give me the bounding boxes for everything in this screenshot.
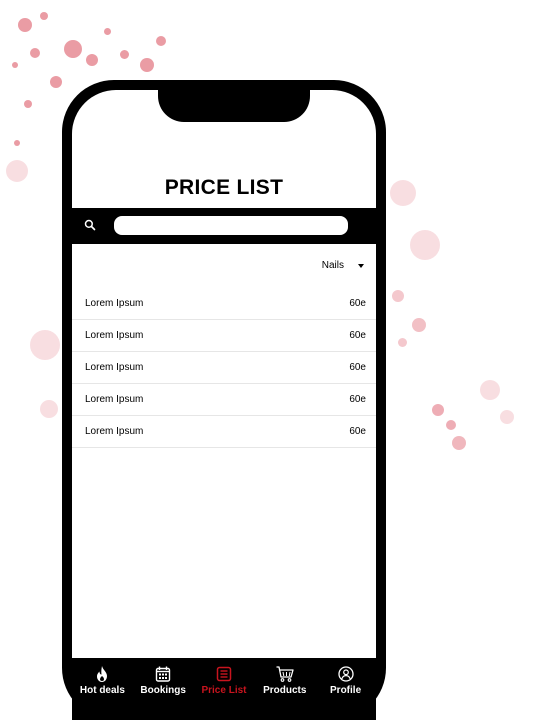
search-icon[interactable] <box>84 218 100 234</box>
service-name: Lorem Ipsum <box>85 362 144 373</box>
tab-products[interactable]: Products <box>261 666 309 696</box>
service-price: 60e <box>349 362 366 373</box>
price-list-item[interactable]: Lorem Ipsum 60e <box>72 288 376 320</box>
user-icon <box>337 666 354 682</box>
tab-label: Hot deals <box>79 685 125 696</box>
tab-price-list[interactable]: Price List <box>200 666 248 696</box>
tab-label: Products <box>263 685 307 696</box>
app-canvas: PRICE LIST Nails Lorem Ipsum 60e Lorem I… <box>0 0 542 722</box>
chevron-down-icon <box>358 263 364 268</box>
search-input[interactable] <box>114 216 348 235</box>
service-price: 60e <box>349 298 366 309</box>
tab-bookings[interactable]: Bookings <box>139 666 187 696</box>
price-list-item[interactable]: Lorem Ipsum 60e <box>72 352 376 384</box>
price-list-item[interactable]: Lorem Ipsum 60e <box>72 384 376 416</box>
service-price: 60e <box>349 330 366 341</box>
price-list-item[interactable]: Lorem Ipsum 60e <box>72 320 376 352</box>
calendar-icon <box>155 666 171 682</box>
search-bar <box>72 208 376 244</box>
phone-screen: PRICE LIST Nails Lorem Ipsum 60e Lorem I… <box>72 90 376 720</box>
flame-icon <box>95 666 109 682</box>
phone-frame: PRICE LIST Nails Lorem Ipsum 60e Lorem I… <box>62 80 386 720</box>
category-dropdown[interactable]: Nails <box>322 260 364 271</box>
tab-profile[interactable]: Profile <box>322 666 370 696</box>
tab-label: Price List <box>201 685 247 696</box>
service-price: 60e <box>349 394 366 405</box>
service-name: Lorem Ipsum <box>85 426 144 437</box>
bottom-tab-bar: Hot deals Bookings Price List Products P… <box>72 658 376 720</box>
service-name: Lorem Ipsum <box>85 330 144 341</box>
tab-hot-deals[interactable]: Hot deals <box>78 666 126 696</box>
service-price: 60e <box>349 426 366 437</box>
list-icon <box>216 666 232 682</box>
price-list: Lorem Ipsum 60e Lorem Ipsum 60e Lorem Ip… <box>72 288 376 448</box>
service-name: Lorem Ipsum <box>85 298 144 309</box>
page-title: PRICE LIST <box>164 176 284 199</box>
phone-notch <box>158 90 310 122</box>
category-dropdown-value: Nails <box>321 260 344 271</box>
service-name: Lorem Ipsum <box>85 394 144 405</box>
tab-label: Bookings <box>140 685 186 696</box>
price-list-item[interactable]: Lorem Ipsum 60e <box>72 416 376 448</box>
cart-icon <box>276 666 294 682</box>
tab-label: Profile <box>330 685 362 696</box>
